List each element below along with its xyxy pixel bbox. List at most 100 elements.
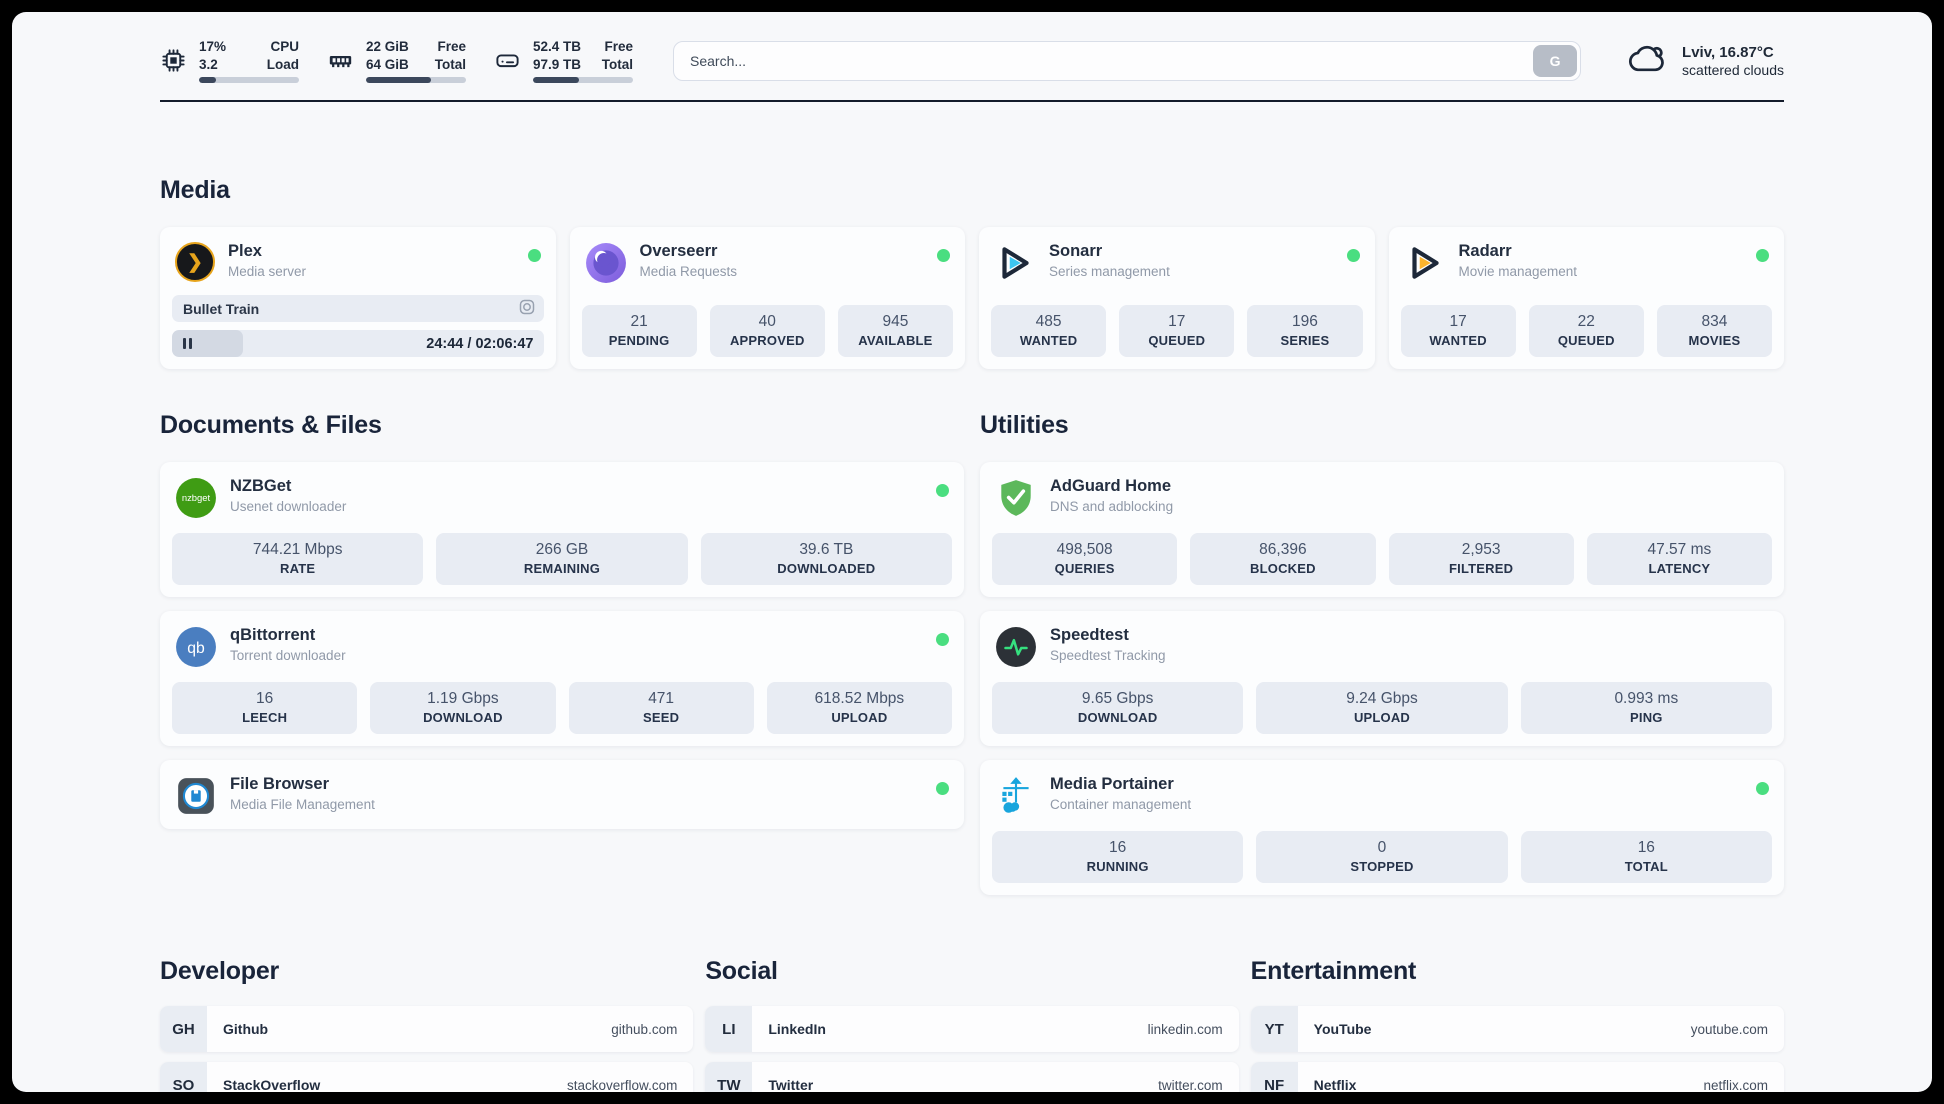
bookmark-url: twitter.com (1158, 1077, 1223, 1092)
disk-free-label: Free (604, 39, 633, 54)
stat-queries: 498,508 QUERIES (992, 533, 1178, 586)
cpu-load-value: 3.2 (199, 56, 218, 72)
section-title-media: Media (160, 176, 230, 205)
cpu-label: CPU (270, 39, 299, 54)
app-name: qBittorrent (230, 626, 316, 645)
stat-blocked: 86,396 BLOCKED (1190, 533, 1376, 586)
cpu-icon (160, 47, 187, 74)
app-name: NZBGet (230, 477, 292, 496)
cpu-progress-bar (199, 77, 299, 84)
bookmark-twitter[interactable]: TW Twitter twitter.com (705, 1062, 1239, 1092)
bookmark-name: Netflix (1313, 1077, 1357, 1092)
app-card-overseerr[interactable]: Overseerr Media Requests 21 PENDING 40 APP… (569, 227, 965, 370)
stat-series: 196 SERIES (1247, 305, 1363, 358)
stat-wanted: 17 WANTED (1400, 305, 1516, 358)
now-playing-title: Bullet Train (183, 300, 260, 317)
stat-wanted: 485 WANTED (991, 305, 1107, 358)
bookmark-linkedin[interactable]: LI LinkedIn linkedin.com (705, 1006, 1239, 1053)
stat-upload: 9.24 Gbps UPLOAD (1256, 682, 1508, 735)
pause-icon[interactable] (183, 338, 192, 350)
app-subtitle: DNS and adblocking (1050, 498, 1174, 514)
stat-seed: 471 SEED (568, 682, 754, 735)
app-subtitle: Movie management (1458, 263, 1578, 279)
bookmark-stackoverflow[interactable]: SO StackOverflow stackoverflow.com (160, 1062, 694, 1092)
portainer-icon (995, 775, 1037, 817)
stat-remaining: 266 GB REMAINING (436, 533, 688, 586)
status-dot-online (1346, 249, 1360, 263)
search-input[interactable] (673, 40, 1582, 81)
app-subtitle: Series management (1049, 263, 1170, 279)
stat-stopped: 0 STOPPED (1256, 831, 1508, 884)
svg-text:qb: qb (187, 640, 205, 657)
section-title-social: Social (705, 957, 778, 986)
stat-approved: 40 APPROVED (709, 305, 825, 358)
stat-upload: 618.52 Mbps UPLOAD (766, 682, 952, 735)
app-card-speedtest[interactable]: Speedtest Speedtest Tracking 9.65 Gbps DO… (980, 611, 1784, 747)
section-utilities: Utilities AdGuard Home DNS and adblockin… (980, 411, 1784, 896)
app-name: Radarr (1458, 242, 1512, 261)
bookmark-name: Twitter (768, 1077, 814, 1092)
stat-available: 945 AVAILABLE (837, 305, 954, 358)
status-dot-online (936, 633, 949, 647)
app-card-qbittorrent[interactable]: qb qBittorrent Torrent downloader 16 LEEC… (160, 611, 964, 747)
search-engine-button[interactable]: G (1533, 44, 1578, 77)
app-subtitle: Torrent downloader (230, 647, 346, 663)
memory-free-value: 22 GiB (366, 39, 409, 54)
memory-stat: 22 GiB Free 64 GiB Total (327, 38, 466, 84)
section-title-utilities: Utilities (980, 411, 1069, 440)
status-dot-online (1756, 249, 1769, 263)
stat-leech: 16 LEECH (172, 682, 358, 735)
app-name: File Browser (230, 775, 330, 794)
bookmark-url: linkedin.com (1147, 1021, 1223, 1037)
section-documents: Documents & Files nzbget NZBGet Usenet d… (160, 411, 964, 895)
status-dot-online (937, 249, 950, 263)
app-card-portainer[interactable]: Media Portainer Container management 16 R… (980, 760, 1784, 896)
weather-condition: scattered clouds (1682, 61, 1784, 78)
weather-location-temp: Lviv, 16.87°C (1682, 43, 1774, 61)
plex-icon: ❯ (175, 242, 215, 283)
app-card-sonarr[interactable]: Sonarr Series management 485 WANTED 17 QUE… (979, 227, 1375, 370)
app-card-filebrowser[interactable]: File Browser Media File Management (160, 760, 964, 830)
bookmark-netflix[interactable]: NF Netflix netflix.com (1250, 1062, 1784, 1092)
status-dot-online (936, 484, 949, 498)
weather-widget: Lviv, 16.87°C scattered clouds (1625, 38, 1784, 83)
app-name: Media Portainer (1050, 775, 1174, 794)
nzbget-icon: nzbget (175, 477, 217, 519)
app-subtitle: Usenet downloader (230, 498, 347, 514)
bookmark-url: stackoverflow.com (567, 1077, 678, 1092)
qbittorrent-icon: qb (175, 626, 217, 668)
app-card-plex[interactable]: ❯ Plex Media server Bullet Train 24:44 /… (160, 227, 556, 370)
disk-icon (494, 47, 521, 74)
cpu-usage-value: 17% (199, 39, 227, 54)
header-divider (160, 100, 1784, 103)
sonarr-icon (994, 242, 1036, 284)
playback-progress-bar[interactable]: 24:44 / 02:06:47 (172, 330, 544, 358)
memory-progress-bar (366, 77, 466, 84)
bookmark-url: youtube.com (1690, 1021, 1768, 1037)
bookmark-name: LinkedIn (768, 1021, 826, 1038)
stat-movies: 834 MOVIES (1656, 305, 1773, 358)
section-title-entertainment: Entertainment (1250, 957, 1417, 986)
stat-download: 9.65 Gbps DOWNLOAD (992, 682, 1244, 735)
open-player-modal-icon[interactable] (519, 299, 535, 318)
app-card-radarr[interactable]: Radarr Movie management 17 WANTED 22 QUEUE… (1388, 227, 1784, 370)
bookmark-youtube[interactable]: YT YouTube youtube.com (1250, 1006, 1784, 1053)
memory-total-label: Total (434, 56, 466, 72)
app-card-adguard[interactable]: AdGuard Home DNS and adblocking 498,508 Q… (980, 462, 1784, 598)
disk-progress-bar (533, 77, 633, 84)
disk-total-label: Total (601, 56, 633, 72)
bookmark-url: netflix.com (1703, 1077, 1768, 1092)
section-social: Social LI LinkedIn linkedin.com TW Twitt… (705, 957, 1239, 1092)
speedtest-icon (995, 626, 1037, 668)
app-card-nzbget[interactable]: nzbget NZBGet Usenet downloader 744.21 M… (160, 462, 964, 598)
overseerr-icon (585, 242, 627, 284)
bookmark-name: Github (223, 1021, 269, 1038)
bookmark-github[interactable]: GH Github github.com (160, 1006, 694, 1053)
bookmark-url: github.com (611, 1021, 678, 1037)
status-dot-online (936, 782, 949, 796)
app-subtitle: Container management (1050, 796, 1192, 812)
bookmark-abbr: YT (1250, 1006, 1298, 1053)
app-name: Sonarr (1049, 242, 1103, 261)
section-title-documents: Documents & Files (160, 411, 382, 440)
stat-queued: 17 QUEUED (1119, 305, 1235, 358)
